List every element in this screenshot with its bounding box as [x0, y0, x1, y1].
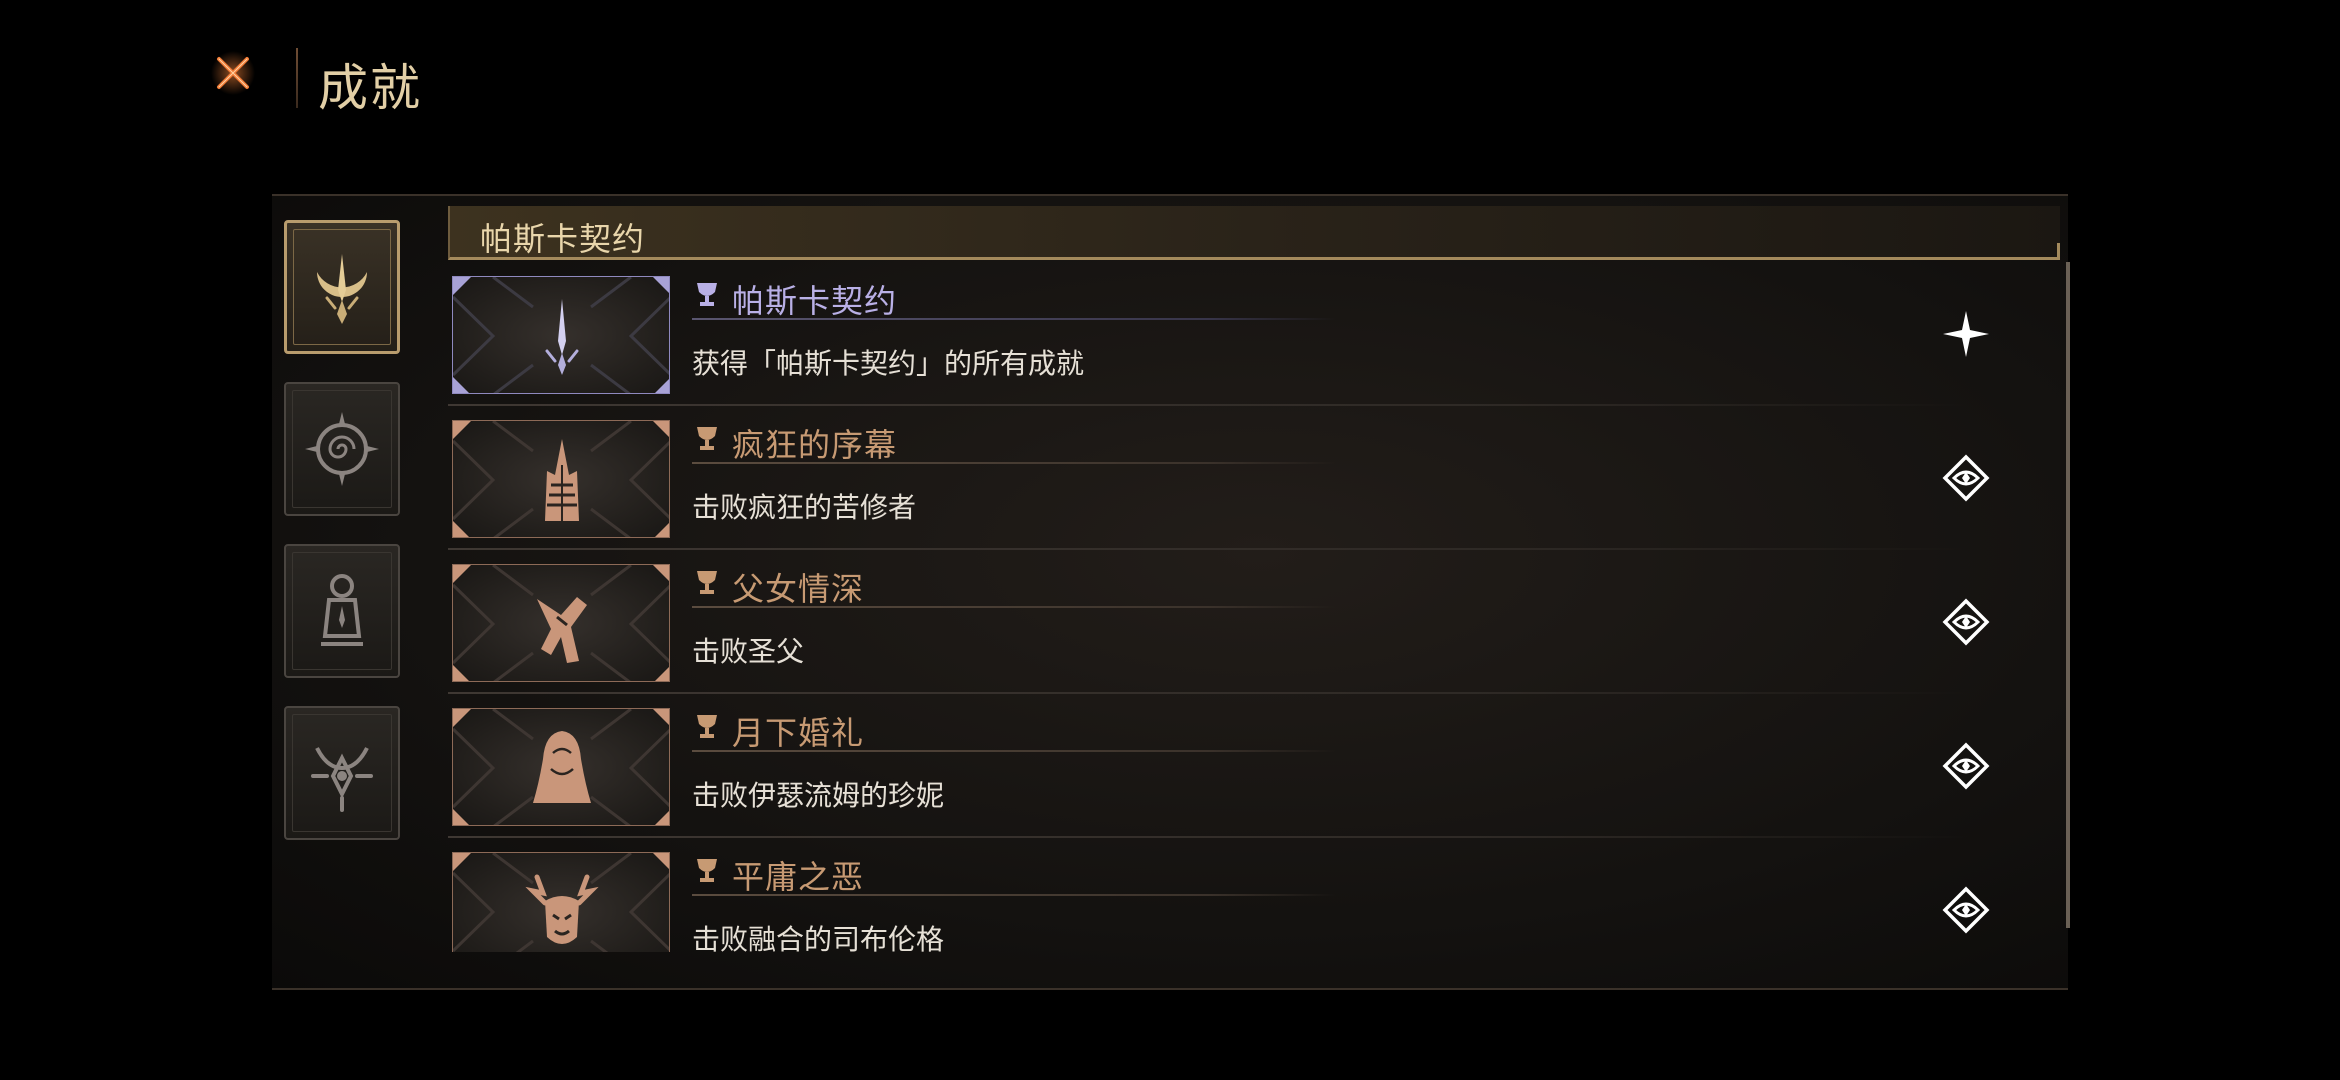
title-underline: [692, 750, 1336, 752]
scrollbar-thumb[interactable]: [2066, 262, 2070, 928]
section-title: 帕斯卡契约: [480, 220, 646, 258]
achievement-title: 月下婚礼: [732, 714, 865, 752]
achievement-status: [1938, 306, 1994, 362]
title-underline: [692, 462, 1336, 464]
locked-sigil-icon: [1942, 454, 1990, 502]
achievement-title: 帕斯卡契约: [732, 282, 898, 320]
trophy-icon: [697, 571, 717, 594]
achievement-title: 疯狂的序幕: [732, 426, 898, 464]
category-tab-3[interactable]: [284, 544, 400, 678]
title-underline: [692, 894, 1336, 896]
star-sparkle-icon: [1943, 311, 1989, 357]
list-scrollbar[interactable]: [2066, 262, 2070, 928]
header-divider: [296, 48, 298, 108]
achievement-status: [1938, 450, 1994, 506]
achievements-screen: 成就 帕斯卡契约 帕斯卡契约 获得「帕斯卡契约」的所有成就 疯狂的序幕 击败疯狂…: [0, 0, 2340, 1080]
achievement-title: 父女情深: [732, 570, 865, 608]
achievement-thumbnail: [452, 852, 670, 952]
locked-sigil-icon: [1942, 742, 1990, 790]
achievement-row[interactable]: 父女情深 击败圣父: [448, 550, 2028, 694]
achievement-status: [1938, 594, 1994, 650]
achievement-status: [1938, 738, 1994, 794]
achievement-thumbnail: [452, 276, 670, 394]
close-button[interactable]: [208, 48, 258, 98]
trophy-icon: [697, 715, 717, 738]
achievement-description: 击败疯狂的苦修者: [692, 491, 917, 524]
achievement-description: 获得「帕斯卡契约」的所有成就: [692, 347, 1085, 380]
spired-tower-icon: [545, 439, 579, 521]
locked-sigil-icon: [1942, 598, 1990, 646]
achievement-row[interactable]: 疯狂的序幕 击败疯狂的苦修者: [448, 406, 2028, 550]
crescent-trident-icon: [317, 254, 367, 324]
category-tab-2[interactable]: [284, 382, 400, 516]
achievement-title: 平庸之恶: [732, 858, 865, 896]
trophy-icon: [697, 283, 717, 306]
achievement-row[interactable]: 帕斯卡契约 获得「帕斯卡契约」的所有成就: [448, 262, 2028, 406]
achievement-description: 击败融合的司布伦格: [692, 923, 945, 952]
bird-hand-icon: [537, 597, 587, 663]
crescent-trident-icon: [531, 299, 593, 375]
title-underline: [692, 606, 1336, 608]
achievement-thumbnail: [452, 564, 670, 682]
horned-eye-icon: [311, 747, 373, 812]
veiled-bride-icon: [533, 731, 591, 803]
close-x-icon: [211, 51, 255, 95]
trophy-icon: [697, 427, 717, 450]
category-tab-4[interactable]: [284, 706, 400, 840]
section-corner-ornament: [2046, 243, 2060, 257]
trophy-icon: [697, 859, 717, 882]
achievement-description: 击败圣父: [692, 635, 805, 668]
achievement-status: [1938, 882, 1994, 938]
title-underline: [692, 318, 1336, 320]
lantern-idol-icon: [321, 574, 363, 646]
page-title: 成就: [318, 59, 422, 117]
achievement-thumbnail: [452, 708, 670, 826]
achievement-list[interactable]: 帕斯卡契约 获得「帕斯卡契约」的所有成就 疯狂的序幕 击败疯狂的苦修者 父女情深…: [448, 262, 2068, 952]
antlered-beast-icon: [525, 874, 599, 944]
section-header: 帕斯卡契约: [448, 206, 2060, 260]
achievement-description: 击败伊瑟流姆的珍妮: [692, 779, 945, 812]
spiral-compass-icon: [305, 412, 379, 486]
achievement-row[interactable]: 平庸之恶 击败融合的司布伦格: [448, 838, 2028, 952]
achievement-row[interactable]: 月下婚礼 击败伊瑟流姆的珍妮: [448, 694, 2028, 838]
category-tab-1[interactable]: [284, 220, 400, 354]
locked-sigil-icon: [1942, 886, 1990, 934]
achievement-thumbnail: [452, 420, 670, 538]
